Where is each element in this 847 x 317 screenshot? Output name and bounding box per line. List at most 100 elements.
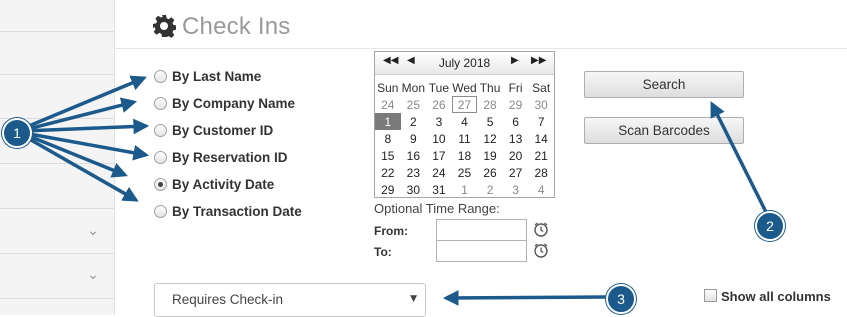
calendar-weekday: Wed — [452, 80, 477, 95]
calendar-day[interactable]: 31 — [426, 181, 452, 198]
radio-button[interactable] — [154, 123, 167, 137]
annotation-badge: 2 — [755, 211, 785, 241]
calendar-day[interactable]: 1 — [375, 113, 401, 130]
select-value: Requires Check-in — [172, 292, 284, 307]
calendar-day[interactable]: 1 — [452, 181, 478, 198]
calendar-day[interactable]: 25 — [401, 96, 427, 113]
calendar-day[interactable]: 27 — [451, 96, 478, 113]
calendar-day[interactable]: 18 — [452, 147, 478, 164]
calendar-day[interactable]: 2 — [477, 181, 503, 198]
radio-button[interactable] — [154, 177, 167, 191]
show-all-columns-label[interactable]: Show all columns — [721, 289, 831, 304]
calendar-weekday: Sat — [532, 80, 551, 95]
sidebar-divider — [0, 31, 114, 32]
calendar-weekday: Sun — [377, 80, 399, 95]
chevron-down-icon[interactable]: ⌄ — [86, 224, 100, 238]
next-year-icon[interactable]: ▶▶ — [531, 55, 546, 66]
calendar-day[interactable]: 3 — [426, 113, 452, 130]
calendar-day[interactable]: 6 — [503, 113, 529, 130]
to-label: To: — [374, 245, 392, 259]
calendar-day[interactable]: 12 — [477, 130, 503, 147]
radio-button[interactable] — [154, 96, 167, 110]
clock-icon[interactable] — [533, 242, 549, 258]
calendar-weekday: Thu — [479, 80, 501, 95]
calendar-week-row: 15 16 17 18 19 20 21 — [375, 147, 554, 164]
calendar-day[interactable]: 14 — [528, 130, 554, 147]
date-picker-calendar: ◀◀ ◀ July 2018 ▶ ▶▶ Sun Mon Tue Wed Thu Fri Sa… — [374, 51, 555, 198]
calendar-day[interactable]: 15 — [375, 147, 401, 164]
calendar-week-row: 24 25 26 27 28 29 30 — [375, 96, 554, 113]
calendar-day[interactable]: 10 — [426, 130, 452, 147]
calendar-week-row: 1234567 — [375, 113, 554, 130]
calendar-day[interactable]: 17 — [426, 147, 452, 164]
show-all-columns-checkbox[interactable] — [704, 289, 717, 302]
radio-by-activity-date[interactable]: By Activity Date — [154, 174, 274, 194]
scan-barcodes-button[interactable]: Scan Barcodes — [584, 117, 744, 144]
clock-icon[interactable] — [533, 221, 549, 237]
check-in-filter-select[interactable]: Requires Check-in ▼ — [154, 283, 426, 317]
calendar-day[interactable]: 26 — [477, 164, 503, 181]
to-time-input[interactable] — [436, 240, 527, 262]
calendar-day[interactable]: 24 — [426, 164, 452, 181]
radio-by-company-name[interactable]: By Company Name — [154, 93, 295, 113]
calendar-day[interactable]: 24 — [375, 96, 401, 113]
time-range-label: Optional Time Range: — [374, 201, 500, 216]
calendar-day[interactable]: 11 — [452, 130, 478, 147]
calendar-weekday: Mon — [401, 80, 426, 95]
sidebar-divider — [0, 208, 114, 209]
search-button[interactable]: Search — [584, 71, 744, 98]
calendar-day[interactable]: 3 — [503, 181, 529, 198]
calendar-weekday: Tue — [428, 80, 450, 95]
calendar-week-row: 22 23 24 25 26 27 28 — [375, 164, 554, 181]
calendar-header: ◀◀ ◀ July 2018 ▶ ▶▶ — [375, 52, 554, 75]
radio-by-transaction-date[interactable]: By Transaction Date — [154, 201, 302, 221]
radio-label: By Last Name — [172, 68, 262, 84]
radio-label: By Transaction Date — [172, 203, 302, 219]
calendar-day[interactable]: 20 — [503, 147, 529, 164]
calendar-day[interactable]: 30 — [528, 96, 554, 113]
calendar-day[interactable]: 29 — [503, 96, 529, 113]
radio-button[interactable] — [154, 69, 167, 83]
calendar-day[interactable]: 13 — [503, 130, 529, 147]
next-month-icon[interactable]: ▶ — [511, 55, 519, 66]
calendar-weekday: Fri — [508, 80, 523, 95]
sidebar-divider — [0, 298, 114, 299]
calendar-day[interactable]: 27 — [503, 164, 529, 181]
calendar-day[interactable]: 30 — [401, 181, 427, 198]
sidebar-divider — [0, 163, 114, 164]
calendar-day[interactable]: 28 — [477, 96, 503, 113]
calendar-day[interactable]: 9 — [401, 130, 427, 147]
calendar-days: 24 25 26 27 28 29 30 1 2 3 4 5 6 7 8 9 10 11 12 13 14 15 16 17 1… — [375, 96, 554, 198]
calendar-day[interactable]: 26 — [426, 96, 452, 113]
gear-icon — [153, 15, 176, 38]
calendar-day[interactable]: 4 — [528, 181, 554, 198]
calendar-day[interactable]: 25 — [452, 164, 478, 181]
annotation-arrow — [442, 290, 607, 306]
left-sidebar: ⌄ ⌄ — [0, 0, 115, 315]
radio-by-reservation-id[interactable]: By Reservation ID — [154, 147, 288, 167]
calendar-day[interactable]: 4 — [452, 113, 478, 130]
dropdown-arrow-icon: ▼ — [410, 294, 417, 304]
sidebar-divider — [0, 253, 114, 254]
calendar-day[interactable]: 5 — [477, 113, 503, 130]
calendar-day[interactable]: 21 — [528, 147, 554, 164]
chevron-down-icon[interactable]: ⌄ — [86, 268, 100, 282]
calendar-day[interactable]: 28 — [528, 164, 554, 181]
calendar-day[interactable]: 2 — [401, 113, 427, 130]
calendar-day[interactable]: 16 — [401, 147, 427, 164]
radio-label: By Company Name — [172, 95, 296, 111]
calendar-day[interactable]: 8 — [375, 130, 401, 147]
radio-button[interactable] — [154, 150, 167, 164]
radio-button[interactable] — [154, 204, 167, 218]
annotation-badge: 1 — [2, 118, 32, 148]
radio-label: By Activity Date — [172, 176, 275, 192]
calendar-day[interactable]: 29 — [375, 181, 401, 198]
from-time-input[interactable] — [436, 219, 527, 241]
calendar-day[interactable]: 22 — [375, 164, 401, 181]
calendar-day[interactable]: 19 — [477, 147, 503, 164]
calendar-day[interactable]: 7 — [528, 113, 554, 130]
from-label: From: — [374, 224, 408, 238]
radio-by-customer-id[interactable]: By Customer ID — [154, 120, 273, 140]
radio-by-last-name[interactable]: By Last Name — [154, 66, 261, 86]
calendar-day[interactable]: 23 — [401, 164, 427, 181]
